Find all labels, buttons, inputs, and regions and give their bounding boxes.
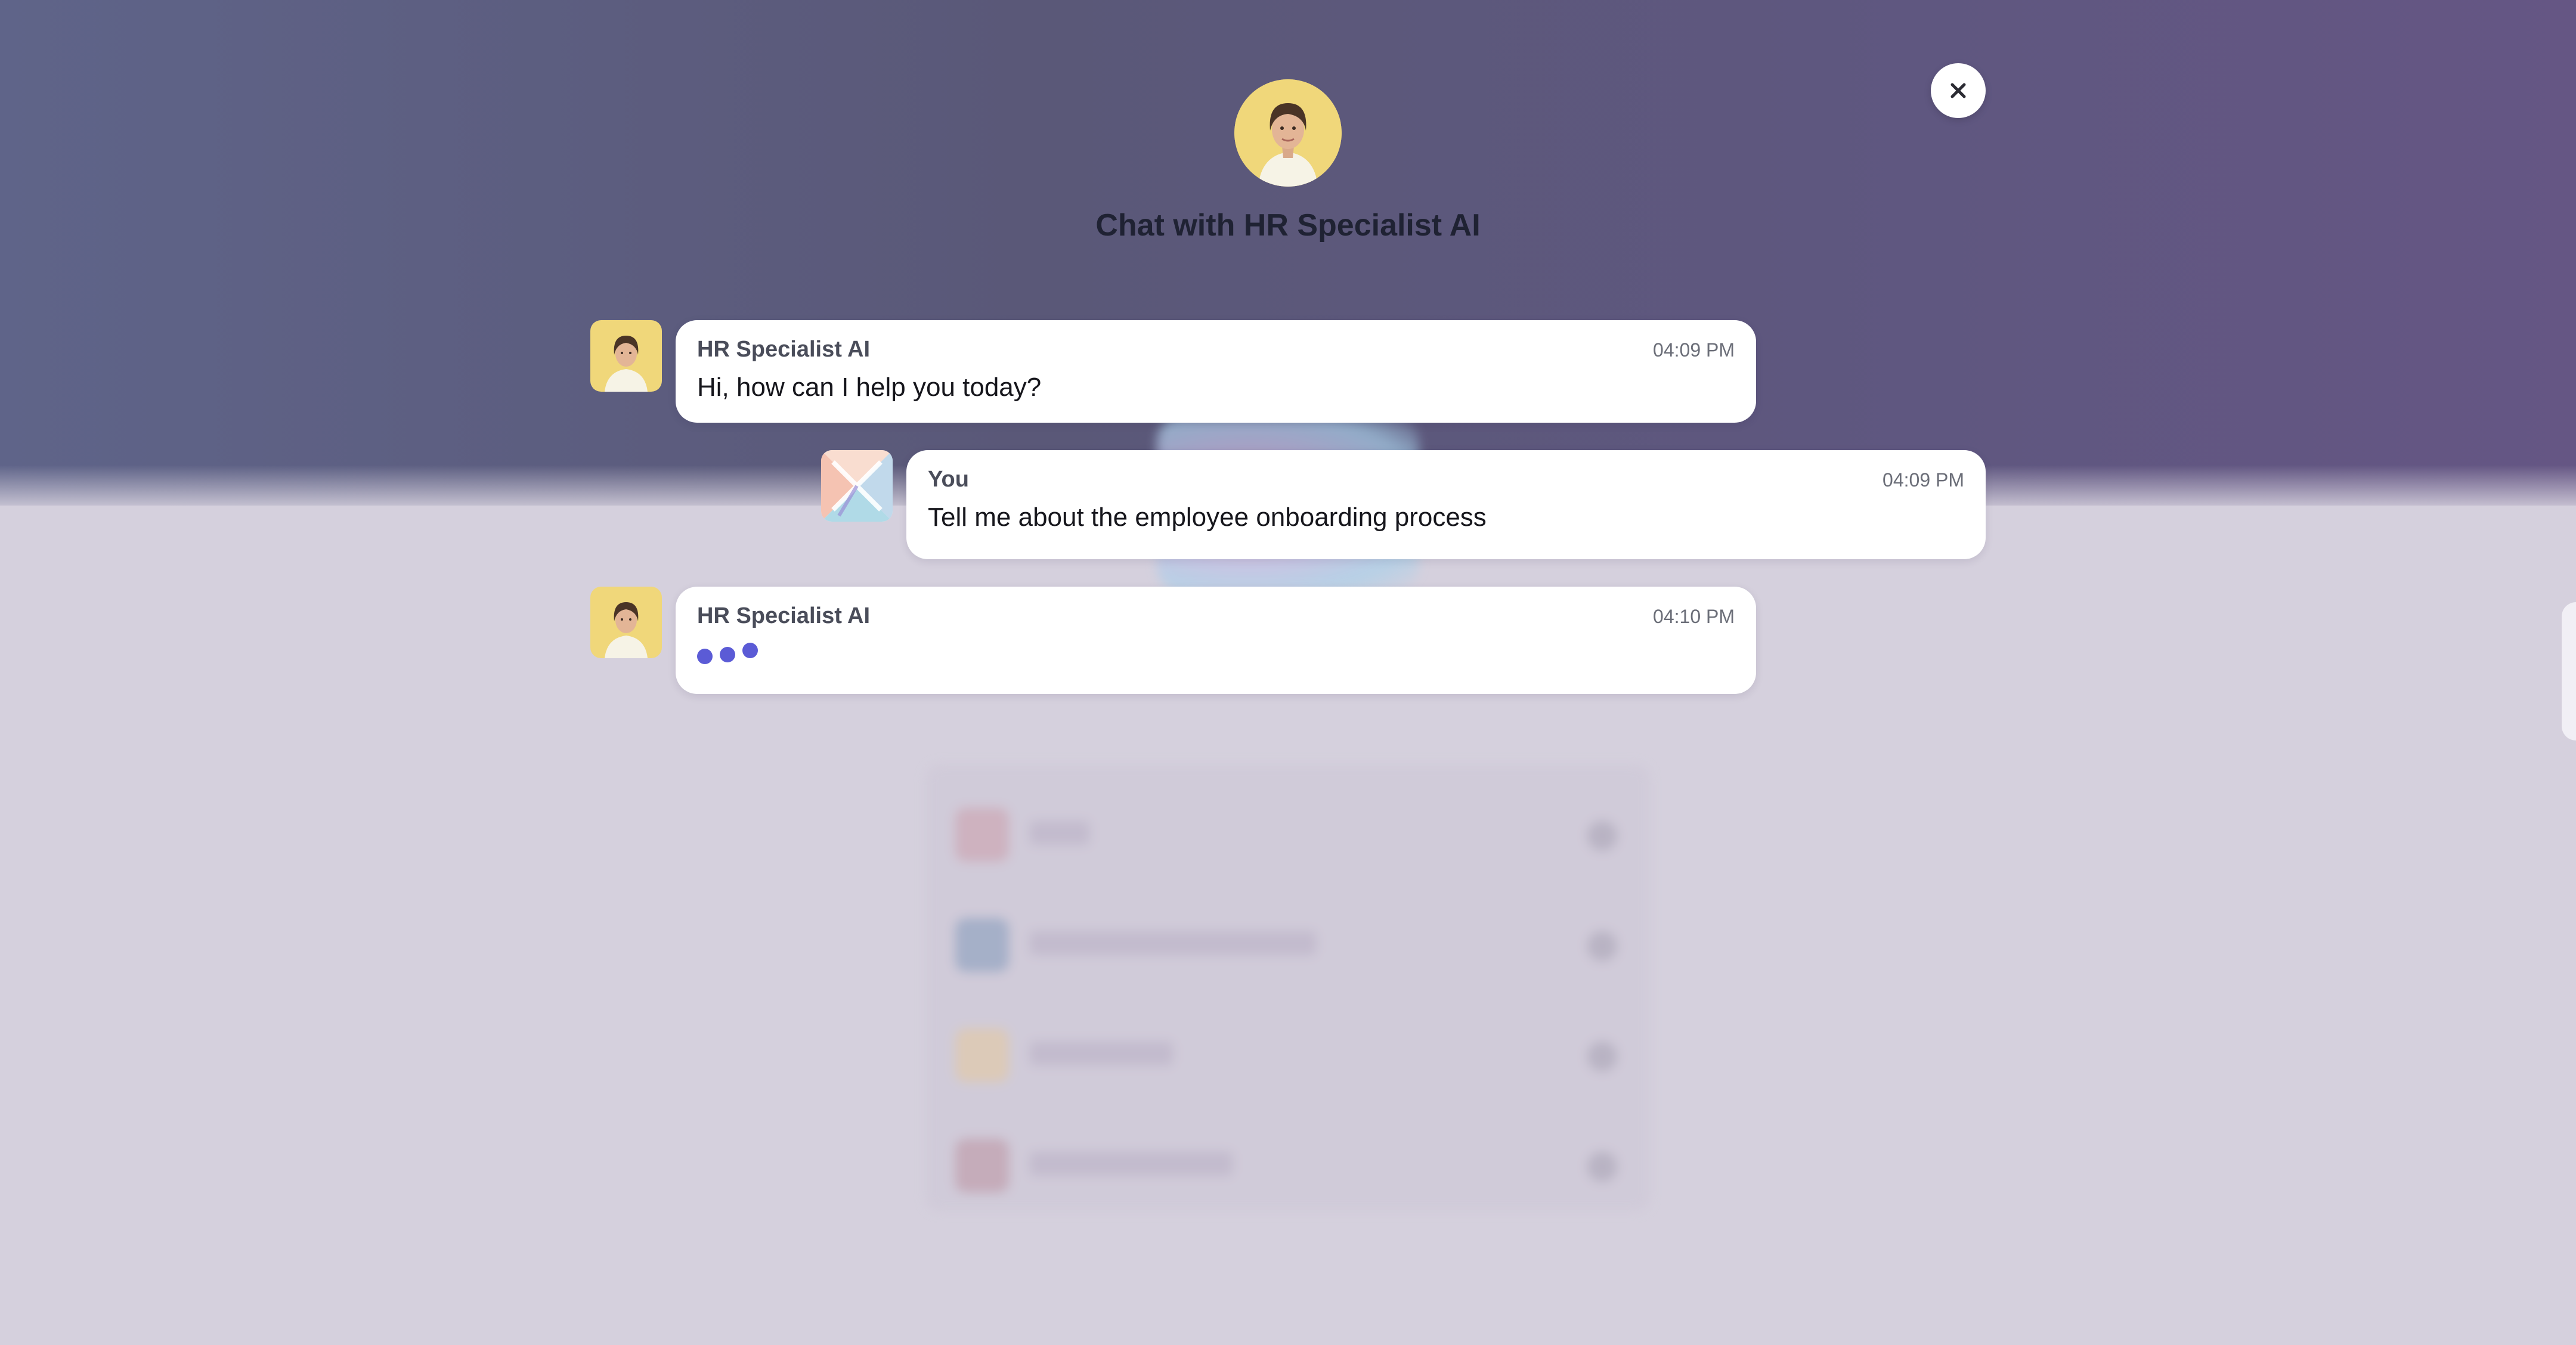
typing-dot [697,649,713,664]
message-text[interactable]: Tell me about the employee onboarding pr… [928,503,1487,532]
chat-message: HR Specialist AI 04:09 PM Hi, how can I … [676,320,1756,423]
message-timestamp: 04:09 PM [1653,339,1735,361]
chat-message: HR Specialist AI 04:10 PM [676,587,1756,694]
message-text[interactable]: Hi, how can I help you today? [697,373,1041,402]
hr-specialist-avatar [590,587,662,658]
chat-message: You 04:09 PM Tell me about the employee … [906,450,1986,559]
message-timestamp: 04:09 PM [1883,469,1964,491]
background-list-row [955,797,1623,869]
user-logo-avatar [821,450,893,522]
background-list-row [955,1128,1623,1200]
typing-dot [720,647,735,662]
background-agent-list [925,764,1650,1211]
background-list-row [955,1018,1623,1089]
typing-dot [742,643,758,658]
side-panel-edge[interactable] [2562,602,2576,740]
hr-specialist-avatar [590,320,662,392]
message-sender: HR Specialist AI [697,337,871,362]
close-button[interactable] [1931,63,1986,118]
message-sender: You [928,467,969,492]
page-title: Chat with HR Specialist AI [1095,208,1481,243]
background-list-row [955,907,1623,979]
message-sender: HR Specialist AI [697,603,871,628]
message-timestamp: 04:10 PM [1653,606,1735,627]
hr-specialist-avatar [1234,79,1342,187]
close-icon [1950,83,1966,98]
